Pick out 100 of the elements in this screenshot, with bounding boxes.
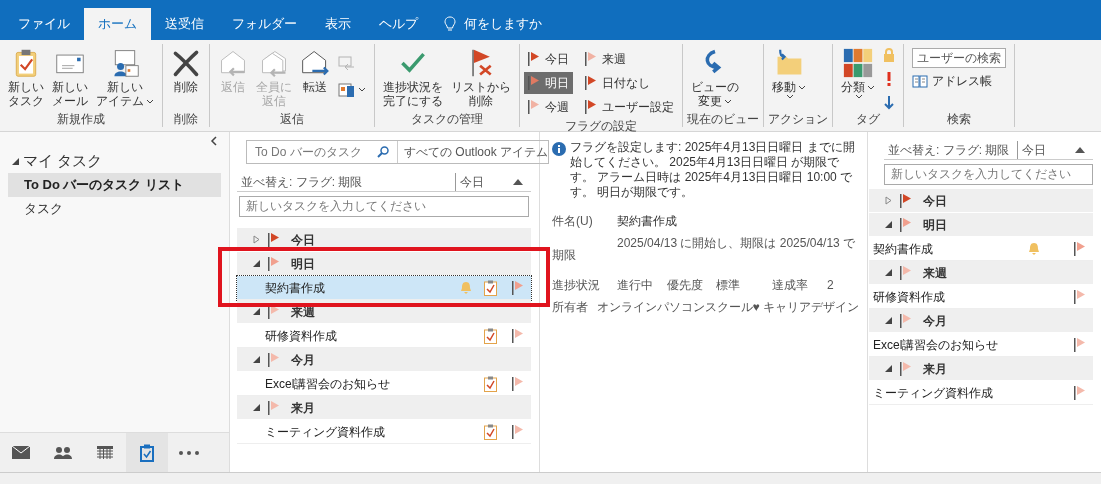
search-people-field[interactable]: ユーザーの検索 [912, 48, 1006, 68]
ribbon-button[interactable]: 削除 [167, 44, 205, 94]
group-label: 今日 [923, 192, 947, 210]
expanded-triangle-icon [885, 221, 892, 228]
task-subject: ミーティング資料作成 [873, 384, 994, 402]
collapsed-triangle-icon [885, 196, 892, 205]
address-book-button[interactable]: アドレス帳 [912, 72, 992, 90]
ribbon-tab[interactable]: 送受信 [151, 8, 218, 40]
ribbon-tab[interactable]: ホーム [84, 8, 151, 40]
flag-info-text: フラグを設定します: 2025年4月13日日曜日 までに開始してください。 2025年4月13日日曜日 が期限です。 アラーム日時は 2025年4月13日日曜日 10:00 です。 明日が期限です。 [570, 140, 856, 200]
flag-icon [1074, 289, 1085, 304]
ribbon-tab[interactable]: ヘルプ [365, 8, 432, 40]
ribbon-group-label: 返信 [279, 111, 305, 127]
sort-value[interactable]: 今日 [455, 172, 513, 191]
scope-dropdown[interactable]: すべての Outlook アイテム [398, 141, 548, 163]
expanded-triangle-icon[interactable] [12, 157, 19, 165]
ribbon-button[interactable]: 分類 [837, 44, 879, 100]
sort-value[interactable]: 今日 [1017, 140, 1075, 159]
field-label: 所有者 [552, 299, 589, 316]
people-icon[interactable] [54, 446, 72, 459]
flag-button[interactable]: 日付なし [581, 72, 678, 94]
task-group-header[interactable]: 今月 [237, 348, 531, 372]
flag-icon [512, 280, 523, 295]
more-icon[interactable] [179, 450, 199, 455]
task-group-header[interactable]: 来月 [237, 396, 531, 420]
task-subject: 研修資料作成 [265, 327, 338, 345]
task-row[interactable]: ミーティング資料作成 [237, 420, 531, 444]
group-label: 今月 [923, 312, 947, 330]
task-subject: 契約書作成 [873, 240, 934, 258]
flag-icon [1074, 337, 1085, 352]
color-grid-icon [843, 48, 873, 78]
task-row[interactable]: ミーティング資料作成 [869, 381, 1093, 405]
expanded-triangle-icon [885, 365, 892, 372]
expanded-triangle-icon [885, 317, 892, 324]
sort-ascending-icon[interactable] [1075, 146, 1085, 153]
bell-icon [1027, 241, 1041, 256]
group-label: 明日 [923, 216, 947, 234]
ribbon-group-label: タスクの管理 [410, 111, 484, 127]
field-label: 優先度 [667, 277, 704, 294]
expanded-triangle-icon [253, 404, 260, 411]
ribbon-tab[interactable]: フォルダー [218, 8, 311, 40]
flag-button[interactable]: 今週 [524, 96, 573, 118]
flag-icon [1074, 385, 1085, 400]
flag-button[interactable]: 今日 [524, 48, 573, 70]
task-subject: 契約書作成 [265, 279, 326, 297]
bell-icon [459, 280, 473, 295]
field-label: 達成率 [772, 277, 809, 294]
folder-item[interactable]: タスク [8, 196, 221, 221]
search-field[interactable]: To Do バーのタスク [247, 141, 398, 163]
ribbon-button[interactable]: ビューの 変更 [687, 44, 743, 108]
info-icon [552, 142, 566, 156]
due-value: 2025/04/13 に開始し、期限は 2025/04/13 で [617, 235, 857, 252]
collapsed-triangle-icon [253, 235, 260, 244]
task-group-header[interactable]: 今月 [869, 309, 1093, 333]
ribbon-button[interactable]: 新しい タスク [4, 44, 48, 108]
field-label: 期限 [552, 247, 577, 264]
mail-icon[interactable] [12, 446, 30, 459]
task-subject: Excel講習会のお知らせ [265, 375, 392, 393]
task-clipboard-icon [483, 375, 497, 392]
ribbon-tab[interactable]: 表示 [311, 8, 365, 40]
sort-label[interactable]: 並べ替え: フラグ: 期限 [237, 172, 455, 191]
new-task-field[interactable]: 新しいタスクを入力してください [884, 164, 1093, 185]
task-subject: ミーティング資料作成 [265, 423, 386, 441]
calendar-icon[interactable] [97, 446, 113, 459]
ribbon-button[interactable]: リストから 削除 [447, 44, 515, 108]
caret-icon [724, 98, 732, 105]
ribbon-button[interactable]: 新しい メール [48, 44, 92, 108]
folder-heading[interactable]: マイ タスク [23, 150, 103, 173]
status-value: 進行中 [617, 277, 654, 294]
caret-icon [146, 98, 154, 105]
flag-button[interactable]: 来週 [581, 48, 678, 70]
new-task-field[interactable]: 新しいタスクを入力してください [239, 196, 529, 217]
sort-ascending-icon[interactable] [513, 178, 523, 185]
tasks-icon[interactable] [140, 443, 154, 462]
task-group-header[interactable]: 来月 [869, 357, 1093, 381]
task-group-header[interactable]: 明日 [869, 213, 1093, 237]
ribbon-group-label: タグ [855, 111, 881, 127]
collapse-chevron-icon[interactable] [210, 136, 217, 146]
ribbon-tab[interactable]: ファイル [4, 8, 84, 40]
folder-item[interactable]: To Do バーのタスク リスト [8, 172, 221, 197]
task-group-header[interactable]: 今日 [869, 189, 1093, 213]
sort-label[interactable]: 並べ替え: フラグ: 期限 [884, 140, 1017, 159]
tell-me-box[interactable]: 何をしますか [432, 8, 542, 40]
task-group-header[interactable]: 明日 [237, 252, 531, 276]
ribbon-button[interactable]: 新しい アイテム [92, 44, 158, 108]
flag-button[interactable]: ユーザー設定 [581, 96, 678, 118]
group-label: 今月 [291, 351, 315, 369]
ribbon-button[interactable]: 転送 [296, 44, 334, 94]
task-row[interactable]: 契約書作成 [237, 276, 531, 300]
field-label: 件名(U) [552, 213, 594, 230]
expanded-triangle-icon [253, 260, 260, 267]
delete-icon [171, 48, 201, 78]
flag-button[interactable]: 明日 [524, 72, 573, 94]
low-importance-icon[interactable] [883, 96, 895, 110]
ribbon-button[interactable]: 移動 [768, 44, 810, 100]
ribbon-button[interactable]: 進捗状況を 完了にする [379, 44, 447, 108]
reply-all-icon [259, 48, 289, 78]
reply-icon [218, 48, 248, 78]
task-group-header[interactable]: 来週 [869, 261, 1093, 285]
task-clipboard-icon [483, 423, 497, 440]
